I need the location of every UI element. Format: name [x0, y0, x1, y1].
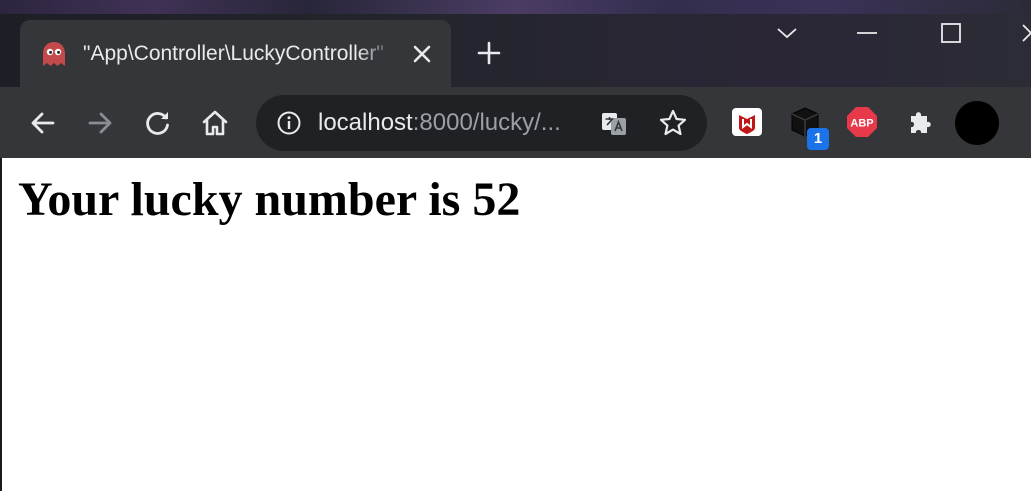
window-close-icon[interactable] [1016, 18, 1031, 48]
desktop-wallpaper-strip [0, 0, 1031, 14]
translate-icon[interactable] [599, 109, 629, 139]
ghost-icon [40, 40, 68, 68]
back-arrow-icon[interactable] [27, 107, 59, 139]
browser-tab[interactable]: "App\Controller\LuckyController" [20, 20, 451, 87]
star-icon[interactable] [658, 108, 688, 138]
plus-icon[interactable] [476, 40, 502, 66]
close-icon[interactable] [410, 42, 434, 66]
browser-toolbar: localhost:8000/lucky/... 1 ABP [0, 87, 1031, 158]
chevron-down-icon[interactable] [772, 18, 802, 48]
extension-badge: 1 [807, 128, 829, 150]
tab-title: "App\Controller\LuckyController" [83, 42, 384, 65]
maximize-icon[interactable] [936, 18, 966, 48]
puzzle-icon[interactable] [904, 105, 938, 139]
avatar[interactable] [955, 101, 999, 145]
forward-arrow-icon[interactable] [84, 107, 116, 139]
reload-icon[interactable] [142, 107, 174, 139]
browser-title-bar: "App\Controller\LuckyController" [0, 0, 1031, 87]
page-content: Your lucky number is 52 [0, 158, 1031, 491]
address-bar[interactable]: localhost:8000/lucky/... [256, 95, 707, 151]
url-path: :8000/lucky/... [412, 109, 561, 136]
adblock-plus-icon[interactable]: ABP [845, 105, 879, 139]
window-left-edge [0, 158, 2, 491]
mcafee-icon[interactable] [730, 105, 764, 139]
home-icon[interactable] [199, 107, 231, 139]
minimize-icon[interactable] [852, 18, 882, 48]
page-title: Your lucky number is 52 [18, 173, 521, 226]
url-text[interactable]: localhost:8000/lucky/... [318, 109, 588, 137]
svg-text:ABP: ABP [850, 118, 873, 130]
info-icon[interactable] [276, 110, 302, 136]
url-host: localhost [318, 109, 413, 136]
